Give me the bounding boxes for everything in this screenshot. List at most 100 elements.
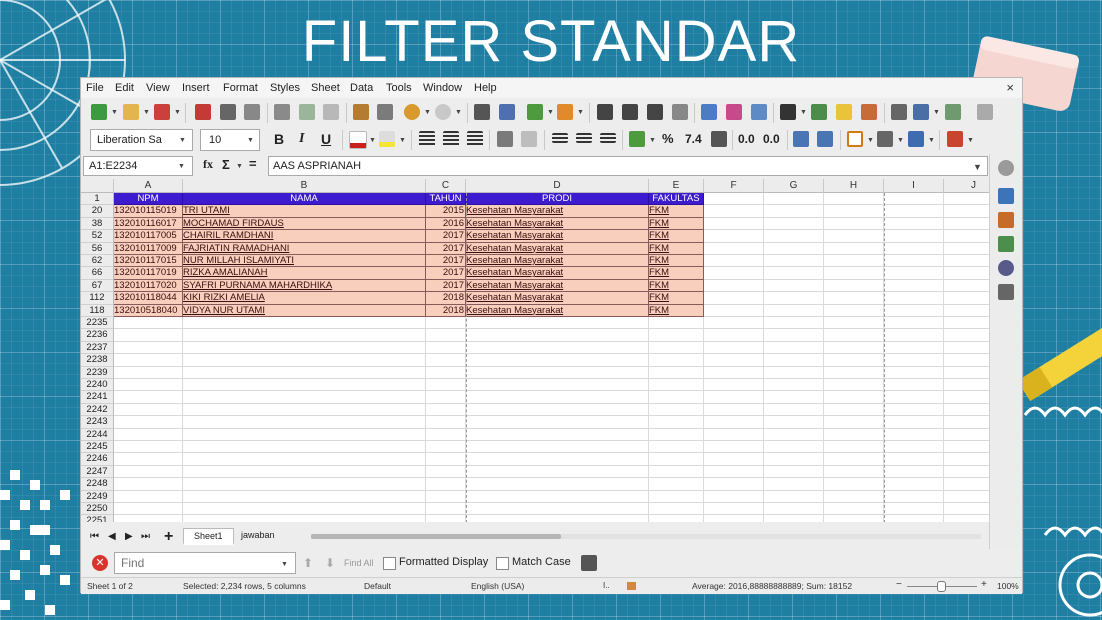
cell-nama[interactable]: FAJRIATIN RAMADHANI xyxy=(183,242,426,255)
horizontal-scroll-thumb[interactable] xyxy=(311,534,561,539)
empty-cell[interactable] xyxy=(824,267,884,280)
cell-tahun[interactable]: 2018 xyxy=(426,292,466,305)
cell-nama[interactable]: KIKI RIZKI AMELIA xyxy=(183,292,426,305)
row-header[interactable]: 38 xyxy=(81,217,114,231)
tab-sheet1[interactable]: Sheet1 xyxy=(183,528,234,545)
close-find-bar-icon[interactable]: ✕ xyxy=(92,555,108,571)
empty-cell[interactable] xyxy=(649,428,704,441)
empty-cell[interactable] xyxy=(824,329,884,342)
chevron-down-icon[interactable]: ▼ xyxy=(143,109,150,116)
column-icon[interactable] xyxy=(557,104,573,120)
empty-cell[interactable] xyxy=(884,416,944,429)
empty-cell[interactable] xyxy=(704,292,764,305)
row-header[interactable]: 2248 xyxy=(81,478,114,491)
cell-prodi[interactable]: Kesehatan Masyarakat xyxy=(466,230,649,243)
column-header-a[interactable]: A xyxy=(114,179,183,193)
font-name-box[interactable]: Liberation Sa xyxy=(90,129,193,151)
cell-fakultas[interactable]: FKM xyxy=(649,217,704,231)
split-window-icon[interactable] xyxy=(945,104,961,120)
select-all-corner[interactable] xyxy=(81,179,114,193)
sort-ascending-icon[interactable] xyxy=(622,104,638,120)
empty-cell[interactable] xyxy=(944,428,991,441)
empty-cell[interactable] xyxy=(704,193,764,206)
gallery-icon[interactable] xyxy=(998,236,1014,252)
chevron-down-icon[interactable]: ▼ xyxy=(399,137,406,144)
align-right-icon[interactable] xyxy=(467,131,483,147)
empty-cell[interactable] xyxy=(114,317,183,330)
empty-cell[interactable] xyxy=(884,354,944,367)
delete-decimal-button[interactable]: 0.0 xyxy=(763,132,780,146)
empty-cell[interactable] xyxy=(764,341,824,355)
empty-cell[interactable] xyxy=(114,403,183,417)
empty-cell[interactable] xyxy=(824,441,884,454)
empty-cell[interactable] xyxy=(649,317,704,330)
empty-cell[interactable] xyxy=(649,329,704,342)
close-icon[interactable]: × xyxy=(1006,80,1014,95)
empty-cell[interactable] xyxy=(944,465,991,479)
empty-cell[interactable] xyxy=(884,465,944,479)
expand-formula-icon[interactable]: ▼ xyxy=(973,162,982,172)
empty-cell[interactable] xyxy=(426,341,466,355)
row-header[interactable]: 2240 xyxy=(81,379,114,392)
freeze-rows-icon[interactable] xyxy=(913,104,929,120)
empty-cell[interactable] xyxy=(944,341,991,355)
empty-cell[interactable] xyxy=(944,267,991,280)
italic-button[interactable]: I xyxy=(299,131,304,147)
cell-tahun[interactable]: 2017 xyxy=(426,279,466,293)
empty-cell[interactable] xyxy=(824,217,884,231)
empty-cell[interactable] xyxy=(649,453,704,466)
row-header[interactable]: 2249 xyxy=(81,490,114,503)
empty-cell[interactable] xyxy=(764,205,824,218)
empty-cell[interactable] xyxy=(884,341,944,355)
empty-cell[interactable] xyxy=(764,503,824,516)
empty-cell[interactable] xyxy=(704,366,764,379)
chevron-down-icon[interactable]: ▼ xyxy=(369,137,376,144)
header-footer-icon[interactable] xyxy=(861,104,877,120)
empty-cell[interactable] xyxy=(114,354,183,367)
empty-cell[interactable] xyxy=(944,217,991,231)
font-color-icon[interactable] xyxy=(349,131,367,149)
chevron-down-icon[interactable]: ▼ xyxy=(800,109,807,116)
empty-cell[interactable] xyxy=(114,391,183,404)
empty-cell[interactable] xyxy=(704,391,764,404)
align-left-icon[interactable] xyxy=(419,131,435,147)
border-color-icon[interactable] xyxy=(908,131,924,147)
empty-cell[interactable] xyxy=(884,242,944,255)
menu-view[interactable]: View xyxy=(146,82,170,94)
cell-npm[interactable]: 132010117019 xyxy=(114,267,183,280)
column-header-i[interactable]: I xyxy=(884,179,944,193)
chevron-down-icon[interactable]: ▼ xyxy=(281,561,288,568)
empty-cell[interactable] xyxy=(764,317,824,330)
cell-nama[interactable]: TRI UTAMI xyxy=(183,205,426,218)
empty-cell[interactable] xyxy=(764,379,824,392)
empty-cell[interactable] xyxy=(944,490,991,503)
empty-cell[interactable] xyxy=(944,255,991,268)
name-box[interactable]: A1:E2234 xyxy=(83,156,193,176)
increase-indent-icon[interactable] xyxy=(793,131,809,147)
empty-cell[interactable] xyxy=(884,503,944,516)
cell-prodi[interactable]: Kesehatan Masyarakat xyxy=(466,279,649,293)
empty-cell[interactable] xyxy=(764,478,824,491)
status-language[interactable]: English (USA) xyxy=(471,581,524,591)
cell-nama[interactable]: MOCHAMAD FIRDAUS xyxy=(183,217,426,231)
cell-npm[interactable]: 132010115019 xyxy=(114,205,183,218)
chevron-down-icon[interactable]: ▼ xyxy=(247,137,254,144)
empty-cell[interactable] xyxy=(824,503,884,516)
wrap-text-icon[interactable] xyxy=(497,131,513,147)
empty-cell[interactable] xyxy=(704,379,764,392)
empty-cell[interactable] xyxy=(183,416,426,429)
empty-cell[interactable] xyxy=(649,416,704,429)
cell-fakultas[interactable]: FKM xyxy=(649,242,704,255)
bold-button[interactable]: B xyxy=(274,131,284,147)
empty-cell[interactable] xyxy=(824,193,884,206)
empty-cell[interactable] xyxy=(764,416,824,429)
empty-cell[interactable] xyxy=(764,242,824,255)
find-replace-icon[interactable] xyxy=(474,104,490,120)
empty-cell[interactable] xyxy=(944,230,991,243)
cell-npm[interactable]: 132010117005 xyxy=(114,230,183,243)
empty-cell[interactable] xyxy=(466,379,649,392)
cell-nama[interactable]: SYAFRI PURNAMA MAHARDHIKA xyxy=(183,279,426,293)
empty-cell[interactable] xyxy=(114,329,183,342)
previous-sheet-icon[interactable]: ◀ xyxy=(108,531,116,542)
empty-cell[interactable] xyxy=(764,403,824,417)
